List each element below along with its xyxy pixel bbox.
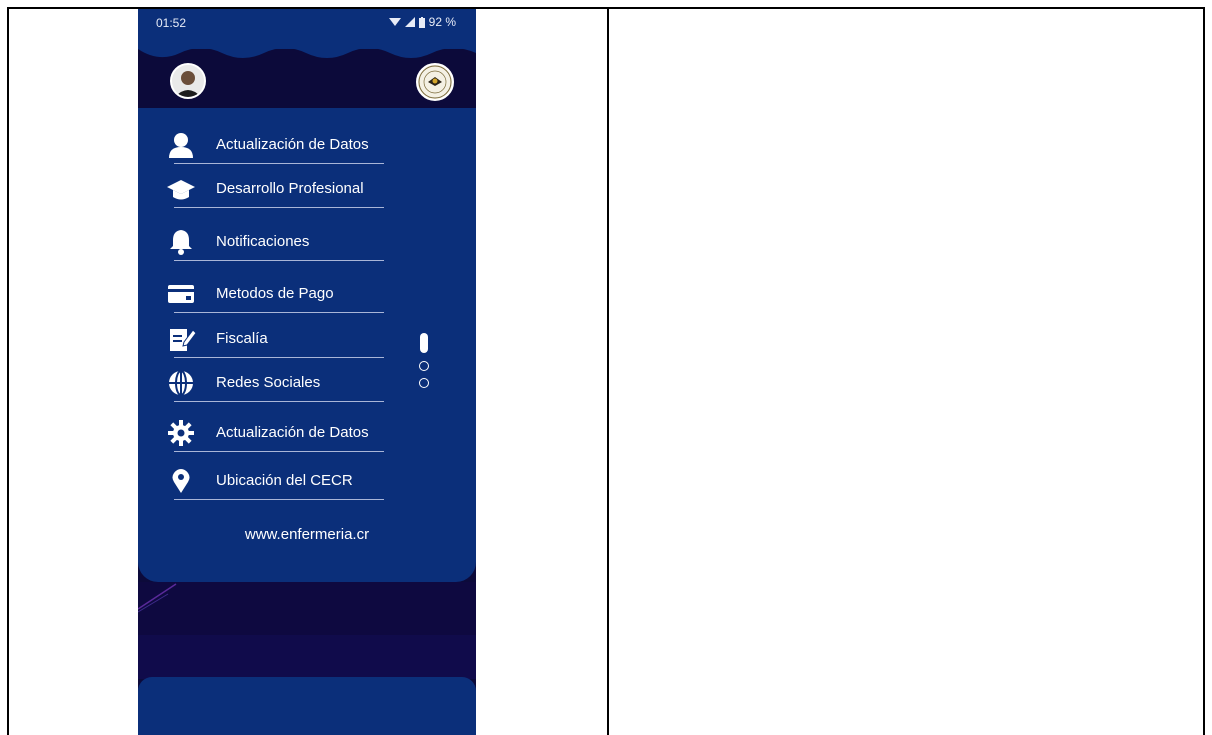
page-indicator-active[interactable] (420, 333, 428, 353)
menu-item-label: Redes Sociales (216, 374, 321, 391)
phone-screenshot: 01:52 92 % Actualización de Datos Desarr… (138, 9, 476, 735)
page-indicator (418, 333, 430, 393)
gear-icon (168, 420, 194, 446)
bell-icon (170, 230, 192, 255)
battery-icon (418, 16, 425, 28)
globe-icon (169, 370, 193, 396)
background-lines (138, 583, 177, 613)
background-band (138, 635, 476, 679)
page-indicator-dot[interactable] (419, 361, 429, 371)
menu-item-label: Notificaciones (216, 233, 310, 250)
status-indicators: 92 % (388, 15, 456, 29)
menu-divider (174, 207, 384, 208)
map-pin-icon (172, 469, 190, 493)
status-time: 01:52 (156, 16, 187, 30)
seal-icon (418, 65, 452, 99)
menu-item-label: Metodos de Pago (216, 285, 334, 302)
menu-divider (174, 312, 384, 313)
signal-icon (404, 17, 415, 27)
user-avatar[interactable] (170, 63, 206, 99)
page-indicator-dot[interactable] (419, 378, 429, 388)
menu-divider (174, 401, 384, 402)
user-icon (169, 133, 193, 158)
menu-item-redes-sociales[interactable]: Redes Sociales (138, 364, 398, 402)
graduation-cap-icon (167, 180, 195, 200)
bottom-bar (138, 677, 476, 735)
menu-item-fiscalia[interactable]: Fiscalía (138, 320, 398, 358)
menu-item-label: Actualización de Datos (216, 136, 369, 153)
avatar-photo-icon (172, 65, 204, 97)
credit-card-icon (168, 285, 194, 303)
wifi-icon (388, 18, 401, 26)
menu-divider (174, 260, 384, 261)
menu-item-label: Ubicación del CECR (216, 472, 353, 489)
menu-item-label: Actualización de Datos (216, 424, 369, 441)
menu-divider (174, 163, 384, 164)
cecr-logo (416, 63, 454, 101)
menu-item-label: Fiscalía (216, 330, 268, 347)
battery-level: 92 % (428, 15, 456, 29)
menu-item-label: Desarrollo Profesional (216, 180, 364, 197)
menu-item-notificaciones[interactable]: Notificaciones (138, 223, 398, 261)
menu-item-ubicacion[interactable]: Ubicación del CECR (138, 462, 398, 500)
menu-divider (174, 451, 384, 452)
menu-item-desarrollo-profesional[interactable]: Desarrollo Profesional (138, 170, 398, 208)
menu-item-configuracion[interactable]: Actualización de Datos (138, 414, 398, 452)
website-link[interactable]: www.enfermeria.cr (138, 526, 476, 543)
edit-document-icon (170, 329, 196, 351)
background-band (138, 582, 476, 642)
menu-item-actualizacion-datos[interactable]: Actualización de Datos (138, 126, 398, 164)
table-divider (607, 7, 609, 735)
menu-item-metodos-pago[interactable]: Metodos de Pago (138, 275, 398, 313)
menu-divider (174, 499, 384, 500)
menu-divider (174, 357, 384, 358)
